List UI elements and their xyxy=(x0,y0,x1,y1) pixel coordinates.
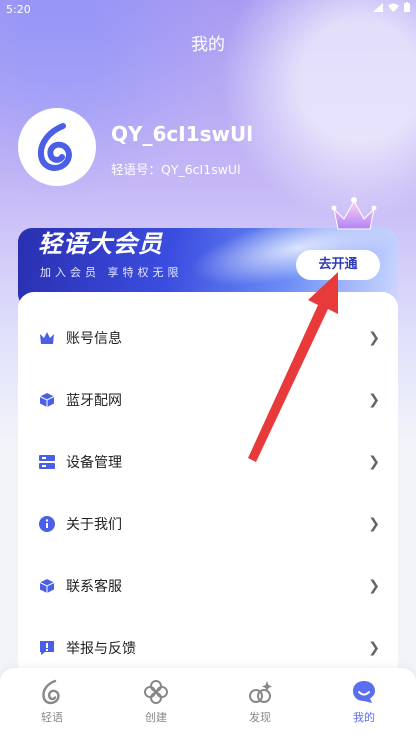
swirl-icon xyxy=(42,679,60,705)
flower-icon xyxy=(144,680,168,704)
vip-subtitle: 加入会员 享特权无限 xyxy=(40,266,183,279)
alert-icon xyxy=(38,639,56,657)
account-id: 轻语号：QY_6cI1swUl xyxy=(111,162,241,177)
tab-label: 轻语 xyxy=(41,711,63,724)
menu-item-label: 账号信息 xyxy=(66,331,122,347)
battery-icon xyxy=(404,2,410,12)
tab-label: 我的 xyxy=(353,711,375,724)
menu-item-label: 联系客服 xyxy=(66,579,122,595)
status-time: 5:20 xyxy=(6,3,31,16)
tab-qingyu[interactable]: 轻语 xyxy=(0,678,104,734)
server-icon xyxy=(38,453,56,471)
info-icon xyxy=(38,515,56,533)
chevron-right-icon: ❯ xyxy=(368,392,380,408)
tab-label: 创建 xyxy=(145,711,167,724)
menu-item-label: 蓝牙配网 xyxy=(66,393,122,409)
menu-item-label: 举报与反馈 xyxy=(66,641,136,657)
signal-icon xyxy=(373,2,383,12)
status-icons xyxy=(373,2,410,12)
chevron-right-icon: ❯ xyxy=(368,578,380,594)
activate-vip-button[interactable]: 去开通 xyxy=(296,250,380,280)
crown-icon xyxy=(38,329,56,347)
username: QY_6cI1swUl xyxy=(111,122,254,146)
menu-item-customer-service[interactable]: 联系客服 ❯ xyxy=(18,555,398,617)
menu-item-label: 关于我们 xyxy=(66,517,122,533)
vip-title: 轻语大会员 xyxy=(38,230,163,258)
menu-item-about-us[interactable]: 关于我们 ❯ xyxy=(18,493,398,555)
tab-label: 发现 xyxy=(249,711,271,724)
avatar[interactable] xyxy=(18,108,96,186)
wifi-icon xyxy=(388,3,399,12)
crown-icon xyxy=(331,197,377,230)
chevron-right-icon: ❯ xyxy=(368,640,380,656)
tab-discover[interactable]: 发现 xyxy=(208,678,312,734)
page-title: 我的 xyxy=(191,35,225,55)
tab-create[interactable]: 创建 xyxy=(104,678,208,734)
menu-item-bluetooth[interactable]: 蓝牙配网 ❯ xyxy=(18,369,398,431)
menu-item-label: 设备管理 xyxy=(66,455,122,471)
cube-icon xyxy=(38,391,56,409)
chevron-right-icon: ❯ xyxy=(368,454,380,470)
discover-icon xyxy=(249,681,272,703)
app-logo-icon xyxy=(37,123,72,171)
chevron-right-icon: ❯ xyxy=(368,516,380,532)
menu-item-device-management[interactable]: 设备管理 ❯ xyxy=(18,431,398,493)
box-icon xyxy=(38,577,56,595)
bottom-tab-bar: 轻语 创建 发现 我的 xyxy=(0,668,416,741)
menu-item-account-info[interactable]: 账号信息 ❯ xyxy=(18,307,398,369)
chat-face-icon xyxy=(353,681,375,703)
tab-mine[interactable]: 我的 xyxy=(312,678,416,734)
chevron-right-icon: ❯ xyxy=(368,330,380,346)
menu-card: 账号信息 ❯ 蓝牙配网 ❯ 设备管理 ❯ 关于我们 ❯ 联系客服 ❯ 举报与反馈 xyxy=(18,292,398,712)
status-bar: 5:20 xyxy=(0,0,416,18)
